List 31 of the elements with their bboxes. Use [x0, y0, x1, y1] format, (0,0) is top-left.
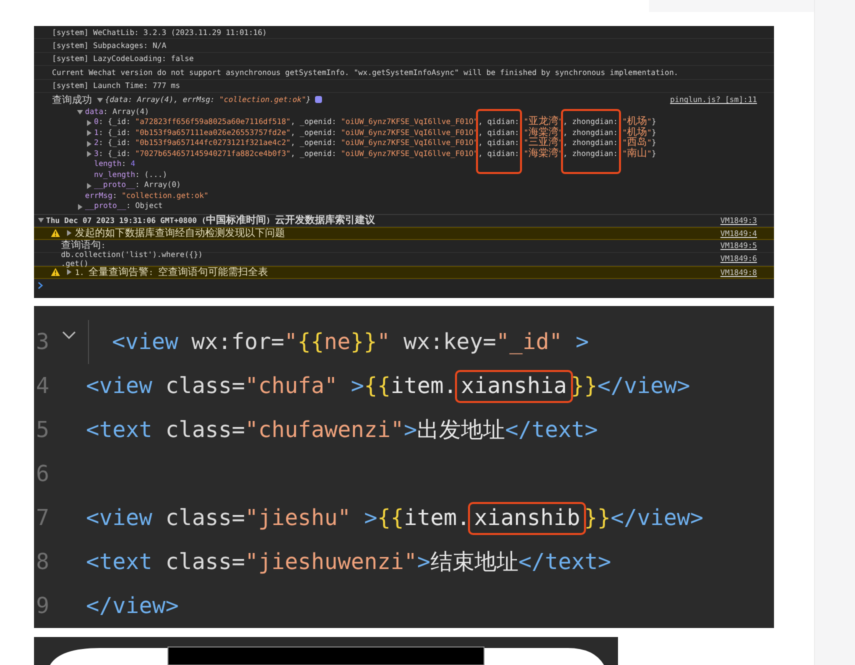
triangle-down-icon[interactable] — [38, 217, 44, 224]
code-line: <text class="chufawenzi">出发地址</text> — [86, 417, 598, 445]
code-line: </view> — [86, 592, 179, 620]
info-icon — [314, 96, 322, 104]
triangle-right-icon[interactable] — [86, 151, 92, 158]
code-line: <view class="chufa" >{{item. xianshia }}</view> — [86, 364, 690, 408]
triangle-down-icon[interactable] — [97, 96, 103, 103]
line-number: 6 — [35, 462, 50, 486]
code-line: <text class="jieshuwenzi">结束地址</text> — [86, 549, 612, 577]
line-number: 8 — [35, 550, 50, 574]
log-label: 查询成功 — [52, 94, 92, 107]
warning-icon — [51, 268, 60, 276]
line-number: 5 — [35, 418, 50, 442]
triangle-right-icon[interactable] — [86, 140, 92, 147]
line-number: 4 — [35, 374, 50, 398]
triangle-down-icon[interactable] — [77, 109, 83, 116]
triangle-right-icon[interactable] — [66, 269, 72, 276]
warning-icon — [51, 229, 60, 238]
triangle-right-icon[interactable] — [66, 230, 72, 236]
prompt-chevron-icon — [38, 282, 43, 290]
line-number: 3 — [35, 330, 50, 354]
warning-text: 发起的如下数据库查询经自动检测发现以下问题 — [75, 226, 285, 240]
triangle-right-icon[interactable] — [77, 204, 83, 210]
code-line: <view wx:for="{{ne}}" wx:key="_id" > — [112, 328, 589, 356]
chevron-down-icon[interactable] — [62, 331, 76, 339]
triangle-right-icon[interactable] — [86, 130, 92, 136]
triangle-right-icon[interactable] — [86, 182, 92, 189]
code-line: <view class="jieshu" >{{item. xianshib }}</view> — [86, 496, 704, 540]
line-number: 9 — [35, 594, 50, 618]
triangle-right-icon[interactable] — [86, 120, 92, 126]
line-number: 7 — [35, 506, 50, 530]
